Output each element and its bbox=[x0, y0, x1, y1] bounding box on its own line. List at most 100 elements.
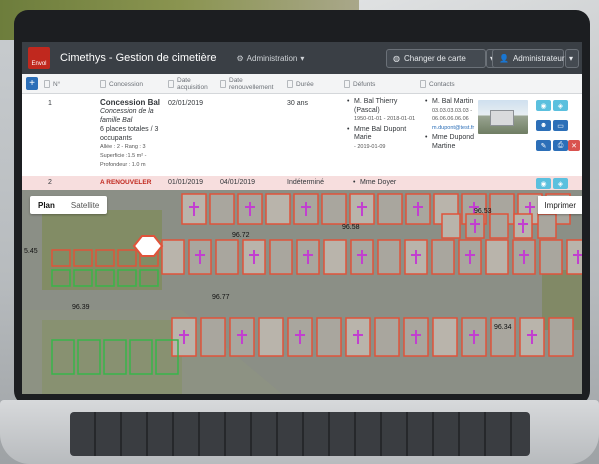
grave-plot[interactable] bbox=[566, 239, 582, 275]
grave-plot[interactable] bbox=[269, 239, 293, 275]
app-logo: Envol bbox=[28, 47, 50, 69]
concession-detail: Profondeur : 1.0 m bbox=[100, 162, 146, 168]
sort-icon bbox=[287, 80, 293, 88]
contact-name[interactable]: Mme Dupond Martine bbox=[425, 134, 476, 151]
card-icon: ▭ bbox=[557, 122, 564, 130]
grave-plot[interactable] bbox=[161, 239, 185, 275]
user-button[interactable]: 👤 Administrateur bbox=[492, 49, 565, 68]
grave-plot[interactable] bbox=[377, 193, 403, 225]
sort-icon bbox=[420, 80, 426, 88]
date-renouvellement: 04/01/2019 bbox=[220, 179, 256, 186]
header-defunts-label: Défunts bbox=[353, 80, 376, 88]
delete-button[interactable]: ✕ bbox=[568, 140, 580, 151]
defunts-cell: M. Bal Thierry (Pascal) 1950-01-01 - 201… bbox=[347, 98, 416, 151]
elevation-label: 96.72 bbox=[232, 232, 250, 239]
concession-places: 6 places totales / 3 occupants bbox=[100, 126, 159, 142]
app-title: Cimethys - Gestion de cimetière bbox=[60, 52, 217, 64]
concession-title[interactable]: Concession Bal bbox=[100, 98, 166, 107]
contact-name[interactable]: M. Bal Martin bbox=[425, 98, 476, 107]
print-row-button[interactable]: ⎙ bbox=[553, 140, 568, 151]
grave-plot[interactable] bbox=[537, 213, 557, 239]
map-plots[interactable] bbox=[22, 190, 582, 394]
header-contacts-label: Contacts bbox=[429, 80, 455, 88]
grave-plot[interactable] bbox=[215, 239, 239, 275]
grave-plot[interactable] bbox=[377, 239, 401, 275]
header-number[interactable]: N° bbox=[44, 74, 60, 94]
grave-plot[interactable] bbox=[539, 239, 563, 275]
admin-menu-label: Administration bbox=[246, 53, 298, 63]
admin-menu[interactable]: ⚙ Administration ▾ bbox=[237, 54, 305, 63]
tab-plan[interactable]: Plan bbox=[30, 196, 63, 214]
contact-phone: 03.03.03.03.03 - bbox=[432, 107, 473, 114]
map-marker-icon: ◈ bbox=[557, 180, 564, 188]
locate-button[interactable]: ◈ bbox=[553, 178, 568, 189]
caret-down-icon: ▾ bbox=[569, 54, 574, 63]
view-button[interactable]: ◉ bbox=[536, 100, 551, 111]
grave-plot[interactable] bbox=[316, 317, 342, 357]
defunt-name[interactable]: Mme Bal Dupont Marie bbox=[347, 126, 416, 143]
row-number: 2 bbox=[48, 179, 52, 186]
card-button[interactable]: ▭ bbox=[553, 120, 568, 131]
grave-plot[interactable] bbox=[209, 193, 235, 225]
header-defunts[interactable]: Défunts bbox=[344, 74, 375, 94]
gear-icon: ⚙ bbox=[236, 53, 244, 63]
header-duree[interactable]: Durée bbox=[287, 74, 314, 94]
grave-plot[interactable] bbox=[431, 239, 455, 275]
globe-icon: ◍ bbox=[393, 54, 400, 63]
concession-family: Concession de la famille Bal bbox=[100, 108, 154, 124]
grave-plot[interactable] bbox=[548, 317, 574, 357]
header-date-renouvellement[interactable]: Date renouvellement bbox=[220, 74, 280, 94]
view-button[interactable]: ◉ bbox=[536, 178, 551, 189]
row-number: 1 bbox=[48, 100, 52, 107]
map-marker-icon: ◈ bbox=[557, 102, 564, 110]
renew-status: A RENOUVELER bbox=[100, 179, 152, 186]
elevation-label: 5.45 bbox=[24, 248, 38, 255]
header-contacts[interactable]: Contacts bbox=[420, 74, 455, 94]
grave-plot[interactable] bbox=[265, 193, 291, 225]
grave-plot[interactable] bbox=[432, 317, 458, 357]
header-date-acquisition[interactable]: Date acquisition bbox=[168, 74, 214, 94]
change-map-button[interactable]: ◍ Changer de carte bbox=[386, 49, 486, 68]
elevation-label: 96.58 bbox=[342, 224, 360, 231]
concession-cell: Concession Bal Concession de la famille … bbox=[100, 98, 166, 170]
add-concession-button[interactable]: + bbox=[26, 77, 38, 90]
cemetery-map[interactable]: Plan Satellite Imprimer 96.72 96.58 96.5… bbox=[22, 190, 582, 394]
elevation-label: 96.53 bbox=[474, 208, 492, 215]
laptop-keyboard bbox=[70, 412, 530, 456]
grave-plot[interactable] bbox=[489, 213, 509, 239]
duree: 30 ans bbox=[287, 100, 309, 107]
grave-plot[interactable] bbox=[441, 213, 461, 239]
defunt-name[interactable]: Mme Doyer bbox=[353, 179, 396, 186]
contact-email[interactable]: m.dupont@test.fr bbox=[432, 124, 476, 133]
grave-plot[interactable] bbox=[321, 193, 347, 225]
grave-plot[interactable] bbox=[485, 239, 509, 275]
grave-plot[interactable] bbox=[374, 317, 400, 357]
date-acquisition: 01/01/2019 bbox=[168, 179, 204, 186]
laptop-screen: Envol Cimethys - Gestion de cimetière ⚙ … bbox=[22, 42, 582, 394]
print-map-button[interactable]: Imprimer bbox=[538, 196, 582, 214]
sort-icon bbox=[44, 80, 50, 88]
grave-plot[interactable] bbox=[323, 239, 347, 275]
table-row[interactable]: 1 Concession Bal Concession de la famill… bbox=[22, 94, 582, 176]
defunt-name[interactable]: M. Bal Thierry (Pascal) bbox=[347, 98, 416, 115]
user-button-label: Administrateur bbox=[512, 54, 565, 63]
grave-plot[interactable] bbox=[258, 317, 284, 357]
header-concession[interactable]: Concession bbox=[100, 74, 143, 94]
table-row[interactable]: 2 A RENOUVELER 01/01/2019 04/01/2019 Ind… bbox=[22, 176, 582, 190]
users-button[interactable]: ☻ bbox=[536, 120, 551, 131]
plus-icon: + bbox=[29, 78, 35, 89]
tomb-image bbox=[490, 110, 514, 126]
print-icon: ⎙ bbox=[557, 141, 564, 149]
sort-icon bbox=[100, 80, 106, 88]
edit-button[interactable]: ✎ bbox=[536, 140, 551, 151]
user-icon: 👤 bbox=[499, 54, 509, 63]
grave-plot[interactable] bbox=[200, 317, 226, 357]
locate-button[interactable]: ◈ bbox=[553, 100, 568, 111]
concession-photo[interactable] bbox=[478, 100, 528, 134]
tab-satellite[interactable]: Satellite bbox=[63, 196, 107, 214]
concession-detail: Allée : 2 - Rang : 3 bbox=[100, 144, 146, 150]
header-date-acquisition-label: Date acquisition bbox=[177, 77, 208, 91]
user-caret[interactable]: ▾ bbox=[565, 49, 579, 68]
delete-icon: ✕ bbox=[571, 142, 577, 150]
caret-down-icon: ▾ bbox=[300, 53, 305, 63]
